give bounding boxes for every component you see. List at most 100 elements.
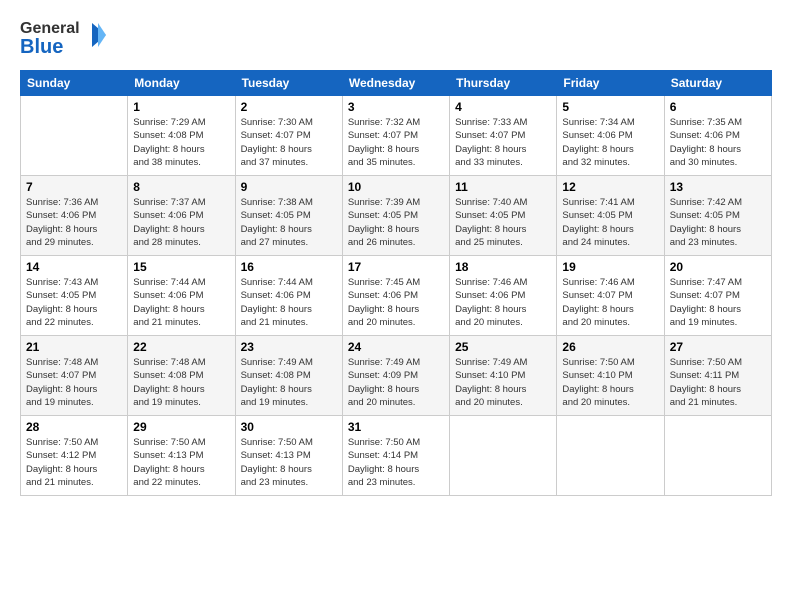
day-info: Sunrise: 7:40 AM Sunset: 4:05 PM Dayligh… (455, 196, 551, 249)
day-number: 6 (670, 100, 766, 114)
day-info: Sunrise: 7:32 AM Sunset: 4:07 PM Dayligh… (348, 116, 444, 169)
svg-text:Blue: Blue (20, 36, 63, 58)
day-info: Sunrise: 7:30 AM Sunset: 4:07 PM Dayligh… (241, 116, 337, 169)
weekday-header-row: SundayMondayTuesdayWednesdayThursdayFrid… (21, 71, 772, 96)
day-info: Sunrise: 7:35 AM Sunset: 4:06 PM Dayligh… (670, 116, 766, 169)
day-number: 31 (348, 420, 444, 434)
day-info: Sunrise: 7:50 AM Sunset: 4:13 PM Dayligh… (241, 436, 337, 489)
logo: GeneralBlue (20, 15, 110, 60)
calendar-cell: 6 Sunrise: 7:35 AM Sunset: 4:06 PM Daylig… (664, 96, 771, 176)
calendar-cell: 2Sunrise: 7:30 AM Sunset: 4:07 PM Daylig… (235, 96, 342, 176)
day-number: 10 (348, 180, 444, 194)
day-info: Sunrise: 7:48 AM Sunset: 4:08 PM Dayligh… (133, 356, 229, 409)
weekday-header-thursday: Thursday (450, 71, 557, 96)
calendar-cell: 5 Sunrise: 7:34 AM Sunset: 4:06 PM Daylig… (557, 96, 664, 176)
header: GeneralBlue (20, 15, 772, 60)
day-number: 4 (455, 100, 551, 114)
week-row-0: 1Sunrise: 7:29 AM Sunset: 4:08 PM Daylig… (21, 96, 772, 176)
weekday-header-friday: Friday (557, 71, 664, 96)
day-number: 17 (348, 260, 444, 274)
weekday-header-wednesday: Wednesday (342, 71, 449, 96)
calendar-cell: 13 Sunrise: 7:42 AM Sunset: 4:05 PM Dayli… (664, 176, 771, 256)
day-info: Sunrise: 7:46 AM Sunset: 4:07 PM Dayligh… (562, 276, 658, 329)
calendar-cell: 28 Sunrise: 7:50 AM Sunset: 4:12 PM Dayli… (21, 416, 128, 496)
day-number: 7 (26, 180, 122, 194)
week-row-2: 14 Sunrise: 7:43 AM Sunset: 4:05 PM Dayli… (21, 256, 772, 336)
calendar-cell: 9Sunrise: 7:38 AM Sunset: 4:05 PM Daylig… (235, 176, 342, 256)
calendar-cell (21, 96, 128, 176)
calendar-cell: 11 Sunrise: 7:40 AM Sunset: 4:05 PM Dayli… (450, 176, 557, 256)
calendar-cell: 24Sunrise: 7:49 AM Sunset: 4:09 PM Dayli… (342, 336, 449, 416)
day-info: Sunrise: 7:49 AM Sunset: 4:08 PM Dayligh… (241, 356, 337, 409)
calendar-cell: 15 Sunrise: 7:44 AM Sunset: 4:06 PM Dayli… (128, 256, 235, 336)
calendar-cell: 20 Sunrise: 7:47 AM Sunset: 4:07 PM Dayli… (664, 256, 771, 336)
page: GeneralBlue SundayMondayTuesdayWednesday… (0, 0, 792, 612)
day-number: 19 (562, 260, 658, 274)
day-info: Sunrise: 7:41 AM Sunset: 4:05 PM Dayligh… (562, 196, 658, 249)
calendar-cell: 19 Sunrise: 7:46 AM Sunset: 4:07 PM Dayli… (557, 256, 664, 336)
day-number: 11 (455, 180, 551, 194)
day-number: 21 (26, 340, 122, 354)
week-row-1: 7Sunrise: 7:36 AM Sunset: 4:06 PM Daylig… (21, 176, 772, 256)
day-number: 3 (348, 100, 444, 114)
day-number: 5 (562, 100, 658, 114)
calendar-cell: 26 Sunrise: 7:50 AM Sunset: 4:10 PM Dayli… (557, 336, 664, 416)
day-number: 23 (241, 340, 337, 354)
day-number: 18 (455, 260, 551, 274)
day-number: 22 (133, 340, 229, 354)
day-number: 13 (670, 180, 766, 194)
day-info: Sunrise: 7:38 AM Sunset: 4:05 PM Dayligh… (241, 196, 337, 249)
weekday-header-monday: Monday (128, 71, 235, 96)
day-info: Sunrise: 7:43 AM Sunset: 4:05 PM Dayligh… (26, 276, 122, 329)
calendar-cell: 8Sunrise: 7:37 AM Sunset: 4:06 PM Daylig… (128, 176, 235, 256)
day-number: 30 (241, 420, 337, 434)
day-info: Sunrise: 7:45 AM Sunset: 4:06 PM Dayligh… (348, 276, 444, 329)
calendar-cell: 27Sunrise: 7:50 AM Sunset: 4:11 PM Dayli… (664, 336, 771, 416)
day-info: Sunrise: 7:44 AM Sunset: 4:06 PM Dayligh… (241, 276, 337, 329)
day-number: 15 (133, 260, 229, 274)
day-info: Sunrise: 7:44 AM Sunset: 4:06 PM Dayligh… (133, 276, 229, 329)
calendar-cell (450, 416, 557, 496)
day-number: 1 (133, 100, 229, 114)
day-number: 29 (133, 420, 229, 434)
calendar-cell: 1Sunrise: 7:29 AM Sunset: 4:08 PM Daylig… (128, 96, 235, 176)
calendar-cell: 22 Sunrise: 7:48 AM Sunset: 4:08 PM Dayli… (128, 336, 235, 416)
calendar-cell: 14 Sunrise: 7:43 AM Sunset: 4:05 PM Dayli… (21, 256, 128, 336)
day-number: 27 (670, 340, 766, 354)
calendar-cell (664, 416, 771, 496)
calendar-cell: 7Sunrise: 7:36 AM Sunset: 4:06 PM Daylig… (21, 176, 128, 256)
day-info: Sunrise: 7:47 AM Sunset: 4:07 PM Dayligh… (670, 276, 766, 329)
day-info: Sunrise: 7:50 AM Sunset: 4:12 PM Dayligh… (26, 436, 122, 489)
calendar-cell: 21 Sunrise: 7:48 AM Sunset: 4:07 PM Dayli… (21, 336, 128, 416)
day-info: Sunrise: 7:50 AM Sunset: 4:10 PM Dayligh… (562, 356, 658, 409)
calendar-table: SundayMondayTuesdayWednesdayThursdayFrid… (20, 70, 772, 496)
calendar-cell: 23 Sunrise: 7:49 AM Sunset: 4:08 PM Dayli… (235, 336, 342, 416)
day-info: Sunrise: 7:50 AM Sunset: 4:14 PM Dayligh… (348, 436, 444, 489)
day-number: 28 (26, 420, 122, 434)
calendar-cell: 16 Sunrise: 7:44 AM Sunset: 4:06 PM Dayli… (235, 256, 342, 336)
day-number: 16 (241, 260, 337, 274)
calendar-cell: 29Sunrise: 7:50 AM Sunset: 4:13 PM Dayli… (128, 416, 235, 496)
day-info: Sunrise: 7:46 AM Sunset: 4:06 PM Dayligh… (455, 276, 551, 329)
day-number: 26 (562, 340, 658, 354)
calendar-cell: 3 Sunrise: 7:32 AM Sunset: 4:07 PM Daylig… (342, 96, 449, 176)
calendar-cell (557, 416, 664, 496)
day-number: 25 (455, 340, 551, 354)
day-info: Sunrise: 7:49 AM Sunset: 4:10 PM Dayligh… (455, 356, 551, 409)
calendar-cell: 17 Sunrise: 7:45 AM Sunset: 4:06 PM Dayli… (342, 256, 449, 336)
day-number: 12 (562, 180, 658, 194)
weekday-header-saturday: Saturday (664, 71, 771, 96)
calendar-cell: 18 Sunrise: 7:46 AM Sunset: 4:06 PM Dayli… (450, 256, 557, 336)
weekday-header-sunday: Sunday (21, 71, 128, 96)
day-info: Sunrise: 7:34 AM Sunset: 4:06 PM Dayligh… (562, 116, 658, 169)
day-number: 20 (670, 260, 766, 274)
day-info: Sunrise: 7:33 AM Sunset: 4:07 PM Dayligh… (455, 116, 551, 169)
calendar-cell: 30 Sunrise: 7:50 AM Sunset: 4:13 PM Dayli… (235, 416, 342, 496)
day-info: Sunrise: 7:48 AM Sunset: 4:07 PM Dayligh… (26, 356, 122, 409)
week-row-4: 28 Sunrise: 7:50 AM Sunset: 4:12 PM Dayli… (21, 416, 772, 496)
day-number: 14 (26, 260, 122, 274)
day-number: 24 (348, 340, 444, 354)
calendar-cell: 4 Sunrise: 7:33 AM Sunset: 4:07 PM Daylig… (450, 96, 557, 176)
day-info: Sunrise: 7:42 AM Sunset: 4:05 PM Dayligh… (670, 196, 766, 249)
weekday-header-tuesday: Tuesday (235, 71, 342, 96)
